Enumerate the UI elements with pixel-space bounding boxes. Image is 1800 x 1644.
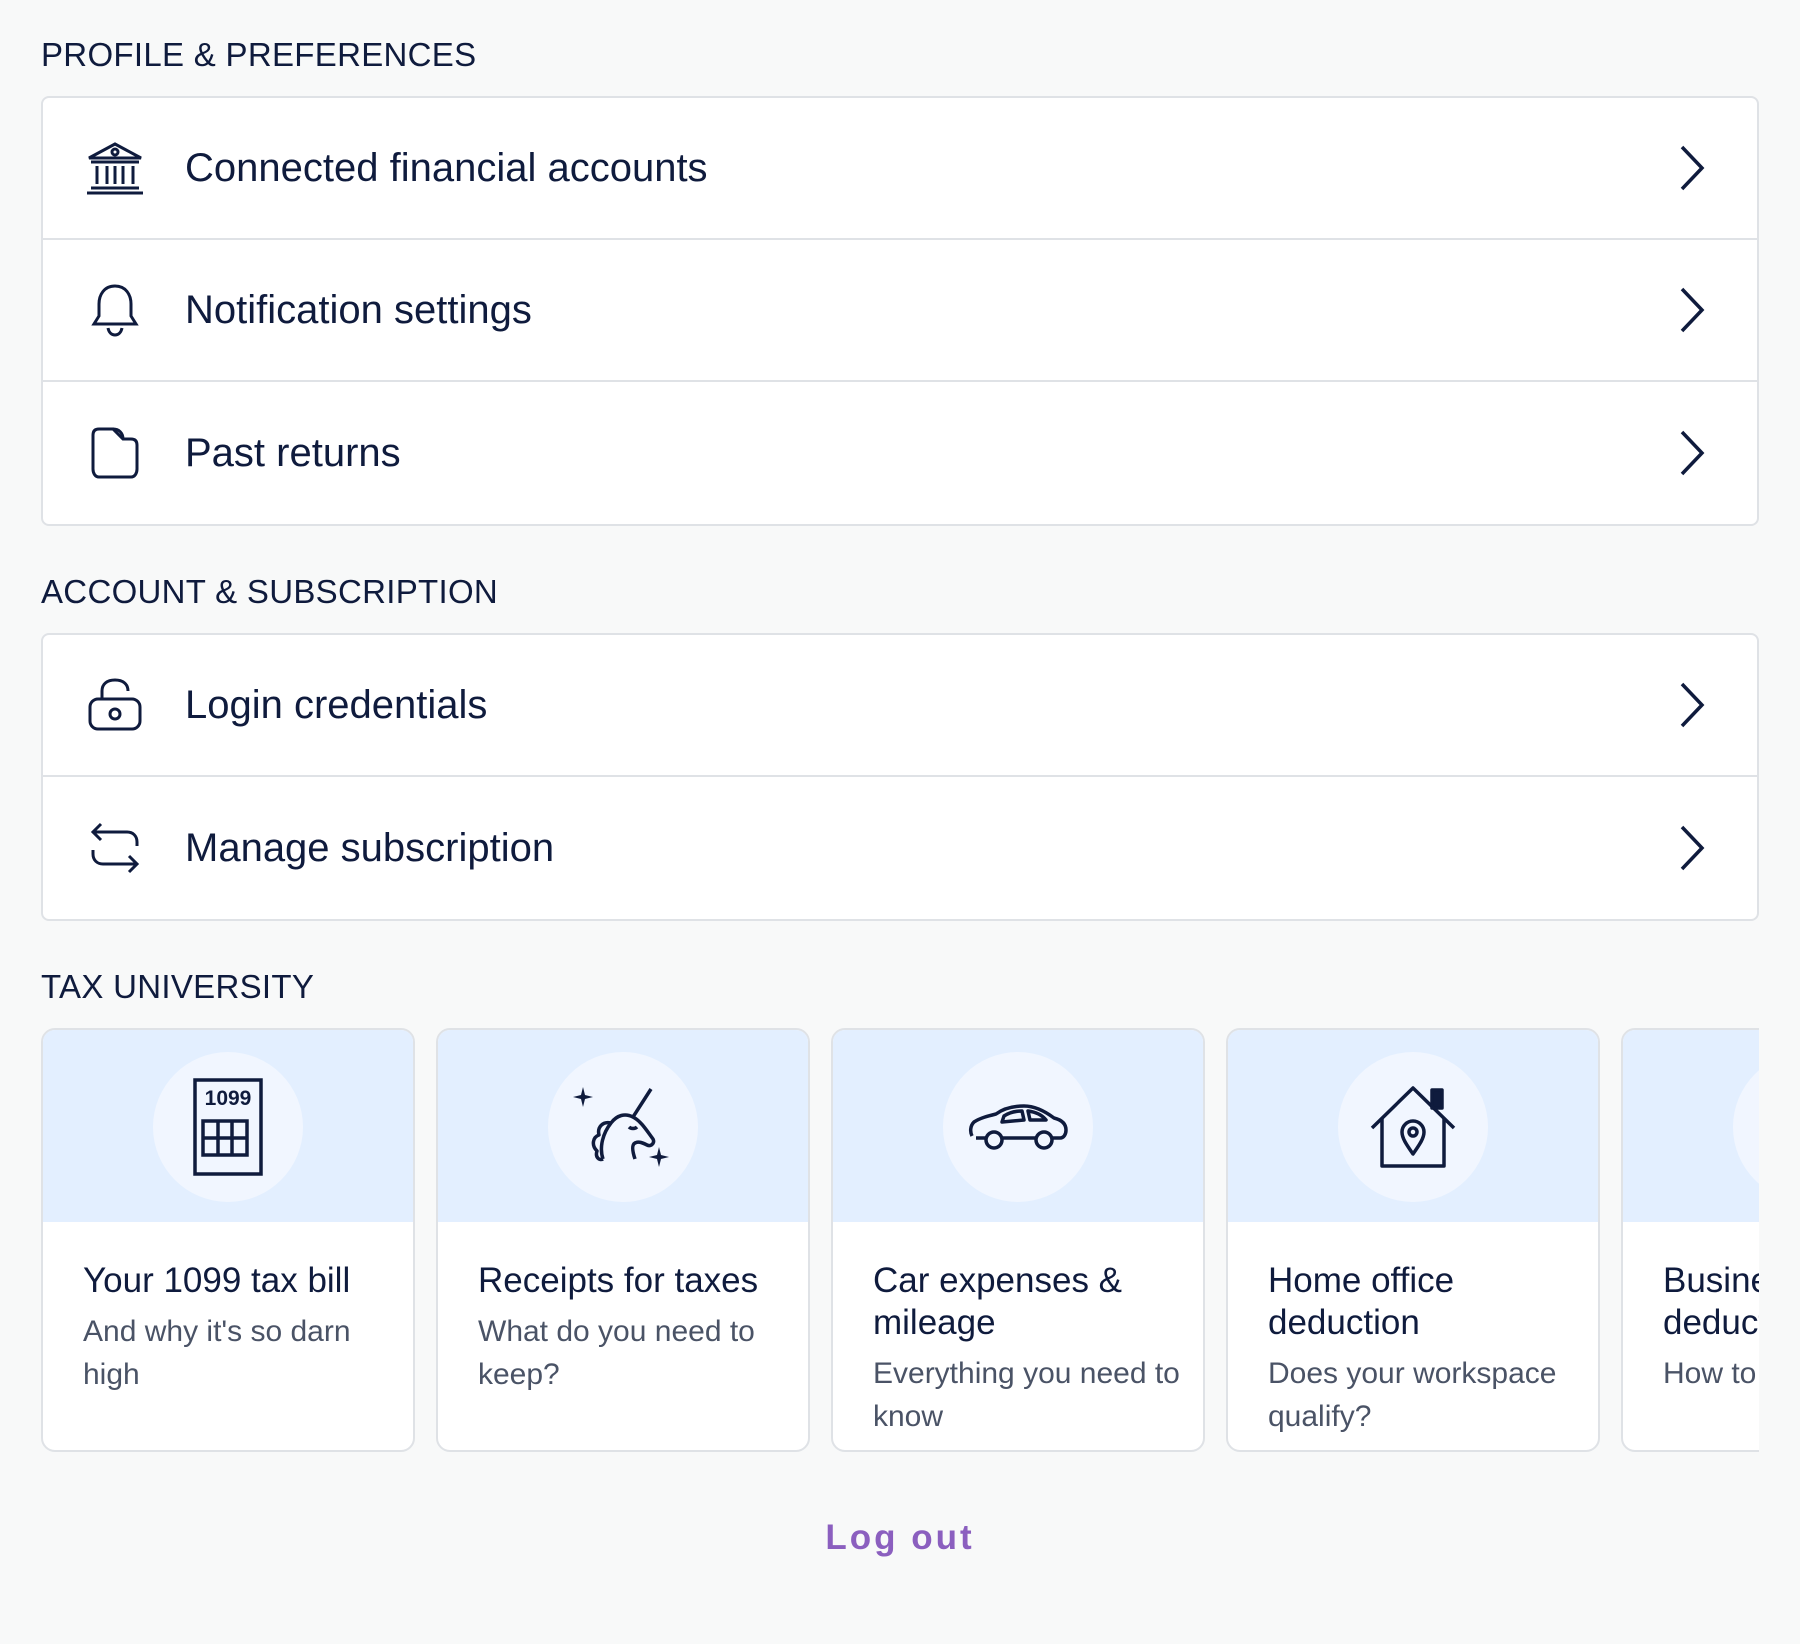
account-list: Login credentials Manage subscription bbox=[41, 633, 1759, 921]
row-label: Past returns bbox=[185, 430, 401, 475]
row-label: Connected financial accounts bbox=[185, 145, 708, 190]
card-subtitle: Everything you need to know bbox=[873, 1357, 1180, 1433]
home-location-icon bbox=[1338, 1052, 1488, 1202]
row-login-credentials[interactable]: Login credentials bbox=[43, 635, 1757, 777]
tu-card-business-trip-deduction[interactable]: Business trip deduction How to deduct a … bbox=[1621, 1028, 1759, 1452]
row-notification-settings[interactable]: Notification settings bbox=[43, 240, 1757, 382]
row-label: Manage subscription bbox=[185, 825, 555, 870]
card-header bbox=[1228, 1030, 1598, 1222]
row-manage-subscription[interactable]: Manage subscription bbox=[43, 777, 1757, 919]
section-title-profile: PROFILE & PREFERENCES bbox=[41, 36, 477, 73]
tu-card-1099-tax-bill[interactable]: 1099 Your 1099 tax bill And why it's so … bbox=[41, 1028, 415, 1452]
card-title: Receipts for taxes bbox=[478, 1261, 759, 1300]
chevron-right-icon bbox=[1680, 287, 1705, 333]
chevron-right-icon bbox=[1680, 682, 1705, 728]
tu-card-home-office-deduction[interactable]: Home office deduction Does your workspac… bbox=[1226, 1028, 1600, 1452]
folder-icon bbox=[83, 421, 147, 485]
card-header bbox=[833, 1030, 1203, 1222]
card-subtitle: How to deduct a trip bbox=[1663, 1357, 1759, 1390]
row-past-returns[interactable]: Past returns bbox=[43, 382, 1757, 524]
card-title: Home office deduction bbox=[1268, 1261, 1455, 1342]
card-title: Business trip deduction bbox=[1663, 1261, 1759, 1342]
tu-card-car-expenses[interactable]: Car expenses & mileage Everything you ne… bbox=[831, 1028, 1205, 1452]
row-connected-financial-accounts[interactable]: Connected financial accounts bbox=[43, 98, 1757, 240]
svg-text:1099: 1099 bbox=[205, 1087, 252, 1110]
bank-icon bbox=[83, 136, 147, 200]
card-title: Your 1099 tax bill bbox=[83, 1261, 351, 1300]
card-subtitle: What do you need to keep? bbox=[478, 1315, 755, 1391]
logout-button[interactable]: Log out bbox=[0, 1518, 1800, 1558]
globe-icon bbox=[1733, 1052, 1759, 1202]
row-label: Login credentials bbox=[185, 682, 488, 727]
chevron-right-icon bbox=[1680, 145, 1705, 191]
section-title-tax-university: TAX UNIVERSITY bbox=[41, 968, 315, 1005]
row-label: Notification settings bbox=[185, 287, 532, 332]
unicorn-icon bbox=[548, 1052, 698, 1202]
chevron-right-icon bbox=[1680, 825, 1705, 871]
card-header: 1099 bbox=[43, 1030, 413, 1222]
swap-arrows-icon bbox=[83, 816, 147, 880]
card-header bbox=[1623, 1030, 1759, 1222]
tax-university-carousel[interactable]: 1099 Your 1099 tax bill And why it's so … bbox=[41, 1028, 1759, 1452]
card-subtitle: Does your workspace qualify? bbox=[1268, 1357, 1557, 1433]
card-header bbox=[438, 1030, 808, 1222]
car-icon bbox=[943, 1052, 1093, 1202]
chevron-right-icon bbox=[1680, 430, 1705, 476]
profile-list: Connected financial accounts Notificatio… bbox=[41, 96, 1759, 526]
unlock-icon bbox=[83, 673, 147, 737]
card-subtitle: And why it's so darn high bbox=[83, 1315, 351, 1391]
section-title-account: ACCOUNT & SUBSCRIPTION bbox=[41, 573, 499, 610]
tu-card-receipts-for-taxes[interactable]: Receipts for taxes What do you need to k… bbox=[436, 1028, 810, 1452]
card-title: Car expenses & mileage bbox=[873, 1261, 1123, 1342]
form-1099-icon: 1099 bbox=[153, 1052, 303, 1202]
bell-icon bbox=[83, 278, 147, 342]
